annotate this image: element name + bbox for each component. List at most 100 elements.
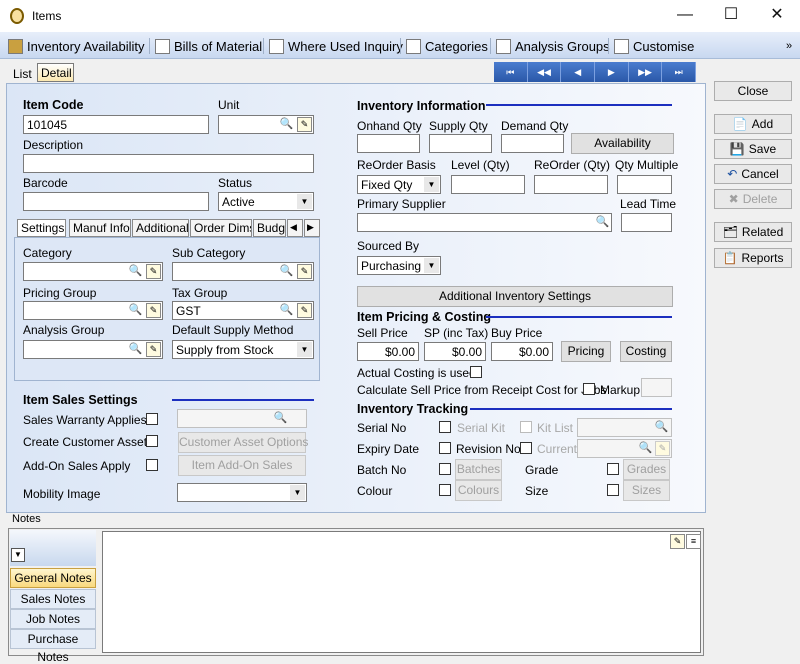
reorder-basis-value: Fixed Qty (361, 178, 413, 192)
minimize-button[interactable]: — (662, 0, 708, 32)
categories-button[interactable]: Categories (406, 37, 488, 55)
tab-list[interactable]: List (8, 63, 38, 83)
primary-supplier-input[interactable] (357, 213, 612, 232)
subtab-scroll-right[interactable]: ▶ (304, 219, 320, 237)
kit-list-checkbox (520, 421, 532, 433)
toolbar-separator (400, 38, 401, 54)
subtab-additional[interactable]: Additional (132, 219, 189, 237)
availability-button[interactable]: Availability (571, 133, 674, 154)
edit-icon[interactable]: ✎ (146, 264, 161, 279)
lookup-icon[interactable]: 🔍 (128, 342, 143, 357)
lookup-icon[interactable]: 🔍 (128, 264, 143, 279)
notes-tab-general[interactable]: General Notes (10, 568, 96, 588)
edit-icon[interactable]: ✎ (670, 534, 685, 549)
next-page-button[interactable]: ▶▶ (628, 62, 663, 82)
notes-document-icon[interactable]: ≡ (686, 534, 701, 549)
status-select[interactable]: Active ▼ (218, 192, 314, 211)
calc-sell-price-checkbox[interactable] (583, 383, 595, 395)
notes-tab-purchase[interactable]: Purchase Notes (10, 629, 96, 664)
sell-price-input[interactable]: $0.00 (357, 342, 419, 361)
lookup-icon[interactable]: 🔍 (128, 303, 143, 318)
grade-checkbox[interactable] (607, 463, 619, 475)
revision-no-checkbox[interactable] (520, 442, 532, 454)
toolbar: Inventory Availability Bills of Material… (0, 32, 800, 59)
edit-icon[interactable]: ✎ (297, 264, 312, 279)
sp-inc-tax-input[interactable]: $0.00 (424, 342, 486, 361)
pricing-button[interactable]: Pricing (561, 341, 611, 362)
warranty-checkbox[interactable] (146, 413, 158, 425)
prev-page-button[interactable]: ◀◀ (527, 62, 562, 82)
subtab-settings[interactable]: Settings (17, 219, 66, 237)
addon-checkbox[interactable] (146, 459, 158, 471)
reports-button[interactable]: 📋 Reports (714, 248, 792, 268)
tab-detail[interactable]: Detail (37, 63, 74, 82)
subtab-scroll-left[interactable]: ◀ (287, 219, 303, 237)
lookup-icon[interactable]: 🔍 (279, 303, 294, 318)
buy-price-input[interactable]: $0.00 (491, 342, 553, 361)
categories-icon (406, 38, 421, 54)
current-label: Current (537, 442, 578, 456)
first-record-button[interactable]: ⏮ (494, 62, 528, 82)
save-button[interactable]: 💾 Save (714, 139, 792, 159)
subtab-order-dims[interactable]: Order Dims (190, 219, 252, 237)
supply-input (429, 134, 492, 153)
customise-button[interactable]: Customise (614, 37, 694, 55)
notes-tab-job[interactable]: Job Notes (10, 609, 96, 629)
related-button[interactable]: 🗂 Related (714, 222, 792, 242)
lookup-icon[interactable]: 🔍 (279, 117, 294, 132)
lookup-icon[interactable]: 🔍 (279, 264, 294, 279)
add-button[interactable]: 📄 Add (714, 114, 792, 134)
customer-asset-checkbox[interactable] (146, 435, 158, 447)
last-record-button[interactable]: ⏭ (662, 62, 697, 82)
level-input[interactable] (451, 175, 525, 194)
notes-tab-sales[interactable]: Sales Notes (10, 589, 96, 609)
reorder-basis-select[interactable]: Fixed Qty ▼ (357, 175, 441, 194)
actual-costing-checkbox[interactable] (470, 366, 482, 378)
serial-no-checkbox[interactable] (439, 421, 451, 433)
analysis-groups-button[interactable]: Analysis Groups (496, 37, 610, 55)
sp-inc-tax-label: SP (inc Tax) (424, 326, 489, 340)
cancel-button[interactable]: ↶ Cancel (714, 164, 792, 184)
maximize-button[interactable]: ☐ (708, 0, 754, 32)
sourced-by-select[interactable]: Purchasing ▼ (357, 256, 441, 275)
reorder-input[interactable] (534, 175, 608, 194)
supply-method-select[interactable]: Supply from Stock ▼ (172, 340, 314, 359)
barcode-input[interactable] (23, 192, 209, 211)
lead-time-input[interactable] (621, 213, 672, 232)
edit-icon[interactable]: ✎ (146, 342, 161, 357)
edit-icon[interactable]: ✎ (297, 303, 312, 318)
description-input[interactable] (23, 154, 314, 173)
addon-label: Add-On Sales Apply (23, 459, 131, 473)
qty-multiple-input[interactable] (617, 175, 672, 194)
delete-icon: ✖ (728, 192, 739, 206)
prev-record-button[interactable]: ◀ (561, 62, 596, 82)
lookup-icon[interactable]: 🔍 (595, 215, 610, 230)
next-record-button[interactable]: ▶ (595, 62, 629, 82)
inventory-availability-button[interactable]: Inventory Availability (8, 37, 145, 55)
batch-no-checkbox[interactable] (439, 463, 451, 475)
edit-icon[interactable]: ✎ (297, 117, 312, 132)
toolbar-separator (608, 38, 609, 54)
sell-price-label: Sell Price (357, 326, 408, 340)
expiry-date-checkbox[interactable] (439, 442, 451, 454)
bills-of-material-button[interactable]: Bills of Material (155, 37, 262, 55)
chevron-down-icon: ▼ (297, 342, 312, 357)
size-checkbox[interactable] (607, 484, 619, 496)
notes-textarea[interactable] (102, 531, 701, 653)
close-window-button[interactable]: ✕ (754, 0, 800, 32)
mobility-image-select[interactable]: ▼ (177, 483, 307, 502)
costing-button[interactable]: Costing (620, 341, 672, 362)
level-label: Level (Qty) (451, 158, 510, 172)
additional-inventory-settings-button[interactable]: Additional Inventory Settings (357, 286, 673, 307)
colour-checkbox[interactable] (439, 484, 451, 496)
subtab-budget[interactable]: Budg (253, 219, 286, 237)
subtab-manuf-info[interactable]: Manuf Info (69, 219, 131, 237)
analysis-group-label: Analysis Group (23, 323, 105, 337)
toolbar-overflow-button[interactable]: » (786, 37, 792, 55)
chevron-down-icon[interactable]: ▼ (11, 548, 25, 562)
supply-label: Supply Qty (429, 119, 488, 133)
where-used-inquiry-button[interactable]: Where Used Inquiry (269, 37, 403, 55)
item-code-input[interactable]: 101045 (23, 115, 209, 134)
close-button[interactable]: Close (714, 81, 792, 101)
edit-icon[interactable]: ✎ (146, 303, 161, 318)
